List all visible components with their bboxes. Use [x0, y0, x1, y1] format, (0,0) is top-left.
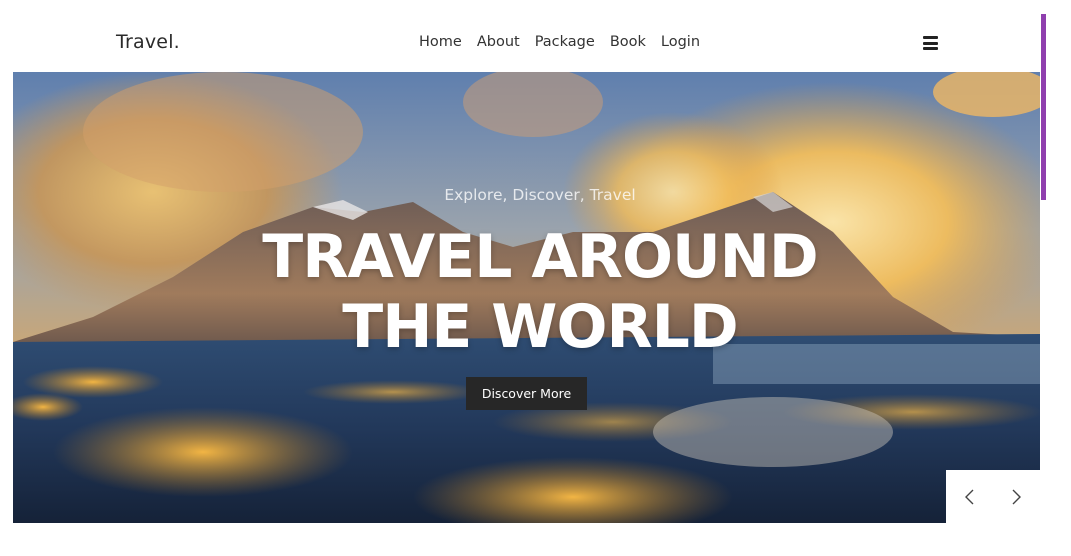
- nav-item-book[interactable]: Book: [610, 34, 646, 50]
- slider-controls: [946, 470, 1040, 523]
- menu-bar: [923, 36, 938, 39]
- hero-banner: Explore, Discover, Travel TRAVEL AROUND …: [13, 72, 1040, 523]
- hero-title-line-1: TRAVEL AROUND: [262, 222, 818, 292]
- hamburger-menu-icon[interactable]: [923, 36, 938, 50]
- nav-item-login[interactable]: Login: [661, 34, 700, 50]
- hero-subtitle: Explore, Discover, Travel: [444, 186, 636, 204]
- nav-item-package[interactable]: Package: [535, 34, 595, 50]
- menu-bar: [923, 47, 938, 50]
- page: Travel. Home About Package Book Login Ex…: [0, 0, 1071, 556]
- scrollbar-thumb[interactable]: [1041, 14, 1046, 200]
- menu-bar: [923, 41, 938, 45]
- hero-title: TRAVEL AROUND THE WORLD: [13, 222, 1040, 362]
- main-nav: Home About Package Book Login: [419, 34, 700, 50]
- site-header: Travel. Home About Package Book Login: [0, 0, 1040, 72]
- chevron-right-icon[interactable]: [1009, 486, 1023, 508]
- discover-more-button[interactable]: Discover More: [466, 377, 587, 410]
- site-logo[interactable]: Travel.: [116, 31, 180, 53]
- hero-title-line-2: THE WORLD: [342, 292, 738, 362]
- nav-item-about[interactable]: About: [477, 34, 520, 50]
- chevron-left-icon[interactable]: [963, 486, 977, 508]
- nav-item-home[interactable]: Home: [419, 34, 462, 50]
